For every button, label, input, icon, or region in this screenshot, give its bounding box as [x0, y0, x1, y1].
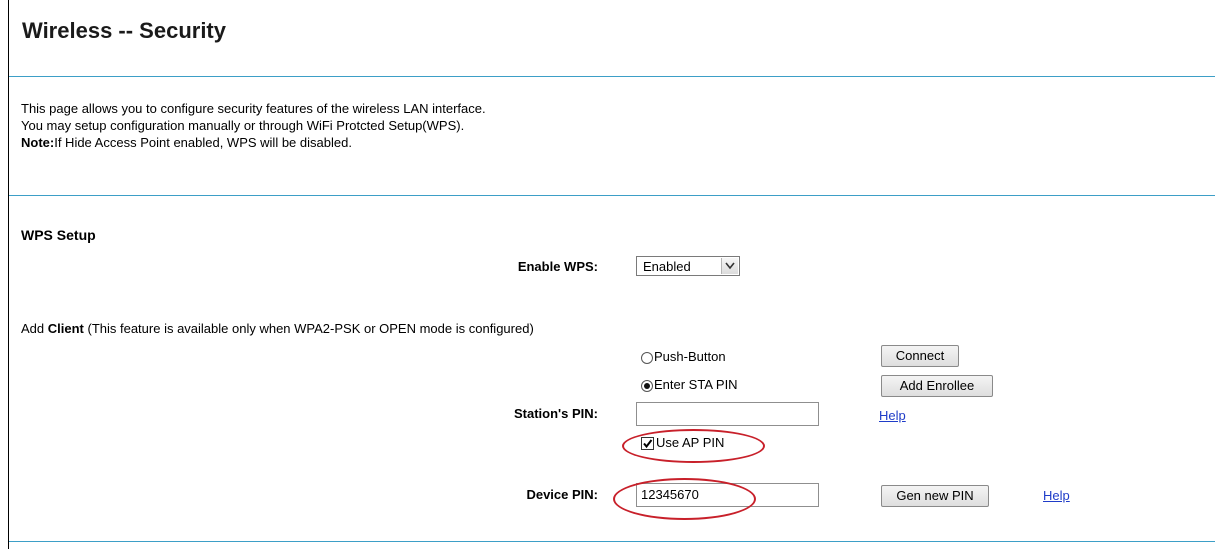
gen-new-pin-button[interactable]: Gen new PIN	[881, 485, 989, 507]
description-line-1: This page allows you to configure securi…	[21, 101, 486, 116]
divider	[9, 76, 1215, 77]
add-enrollee-button[interactable]: Add Enrollee	[881, 375, 993, 397]
add-client-prefix: Add	[21, 321, 48, 336]
add-client-text: Add Client (This feature is available on…	[21, 321, 534, 336]
connect-button[interactable]: Connect	[881, 345, 959, 367]
note-label: Note:	[21, 135, 55, 150]
station-pin-input[interactable]	[636, 402, 819, 426]
device-pin-label: Device PIN:	[526, 487, 598, 502]
divider	[9, 195, 1215, 196]
push-button-radio[interactable]	[641, 352, 653, 364]
enter-sta-pin-label: Enter STA PIN	[654, 377, 738, 392]
help-link-station-pin[interactable]: Help	[879, 408, 906, 423]
note-text: If Hide Access Point enabled, WPS will b…	[54, 135, 352, 150]
enable-wps-value: Enabled	[643, 259, 691, 274]
station-pin-label: Station's PIN:	[514, 406, 598, 421]
highlight-oval-device-pin	[613, 478, 756, 520]
add-client-bold: Client	[47, 321, 84, 336]
add-client-suffix: (This feature is available only when WPA…	[83, 321, 534, 336]
enable-wps-select[interactable]: Enabled	[636, 256, 740, 276]
description-line-2: You may setup configuration manually or …	[21, 118, 465, 133]
push-button-label: Push-Button	[654, 349, 726, 364]
section-title: WPS Setup	[21, 227, 96, 243]
page-frame	[8, 0, 1215, 549]
note: Note:If Hide Access Point enabled, WPS w…	[21, 135, 352, 150]
enter-sta-pin-radio[interactable]	[641, 380, 653, 392]
chevron-down-icon[interactable]	[721, 258, 738, 274]
help-link-device-pin[interactable]: Help	[1043, 488, 1070, 503]
highlight-oval-use-ap-pin	[622, 429, 765, 463]
enable-wps-label: Enable WPS:	[517, 259, 598, 274]
divider	[9, 541, 1215, 542]
page-title: Wireless -- Security	[22, 18, 226, 43]
radio-selected-dot	[644, 383, 650, 389]
